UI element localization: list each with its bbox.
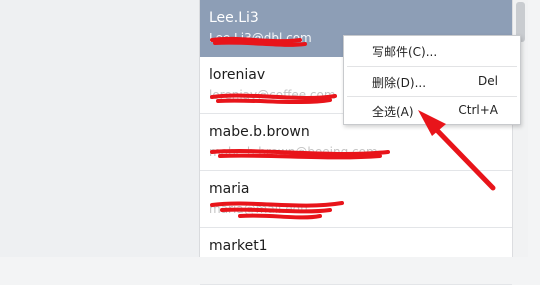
contact-email: maria@mail.edu	[209, 202, 308, 216]
contact-name: maria	[209, 181, 250, 197]
menu-item-label: 写邮件(C)...	[372, 45, 438, 59]
menu-item-delete[interactable]: 删除(D)... Del	[344, 68, 520, 96]
contact-name: mabe.b.brown	[209, 124, 310, 140]
context-menu: 写邮件(C)... 删除(D)... Del 全选(A) Ctrl+A	[343, 35, 521, 125]
menu-item-label: 全选(A)	[372, 105, 414, 119]
contact-item[interactable]: maria maria@mail.edu	[200, 171, 512, 228]
menu-item-shortcut: Del	[478, 74, 498, 88]
contact-name: loreniav	[209, 67, 266, 83]
folder-pane	[0, 0, 199, 257]
menu-item-shortcut: Ctrl+A	[458, 103, 498, 117]
menu-item-compose[interactable]: 写邮件(C)...	[344, 37, 520, 65]
contact-name: market1	[209, 238, 268, 254]
contact-email: mabe.b.brown@boeing.com	[209, 145, 378, 159]
contact-email: loreniav@coffee.com	[209, 88, 336, 102]
menu-separator	[347, 66, 517, 67]
window-edge	[528, 0, 540, 257]
contact-email: Lee.Li3@dbl.com	[209, 31, 312, 45]
contact-name: Lee.Li3	[209, 10, 259, 26]
menu-item-label: 删除(D)...	[372, 76, 427, 90]
menu-item-select-all[interactable]: 全选(A) Ctrl+A	[344, 97, 520, 125]
